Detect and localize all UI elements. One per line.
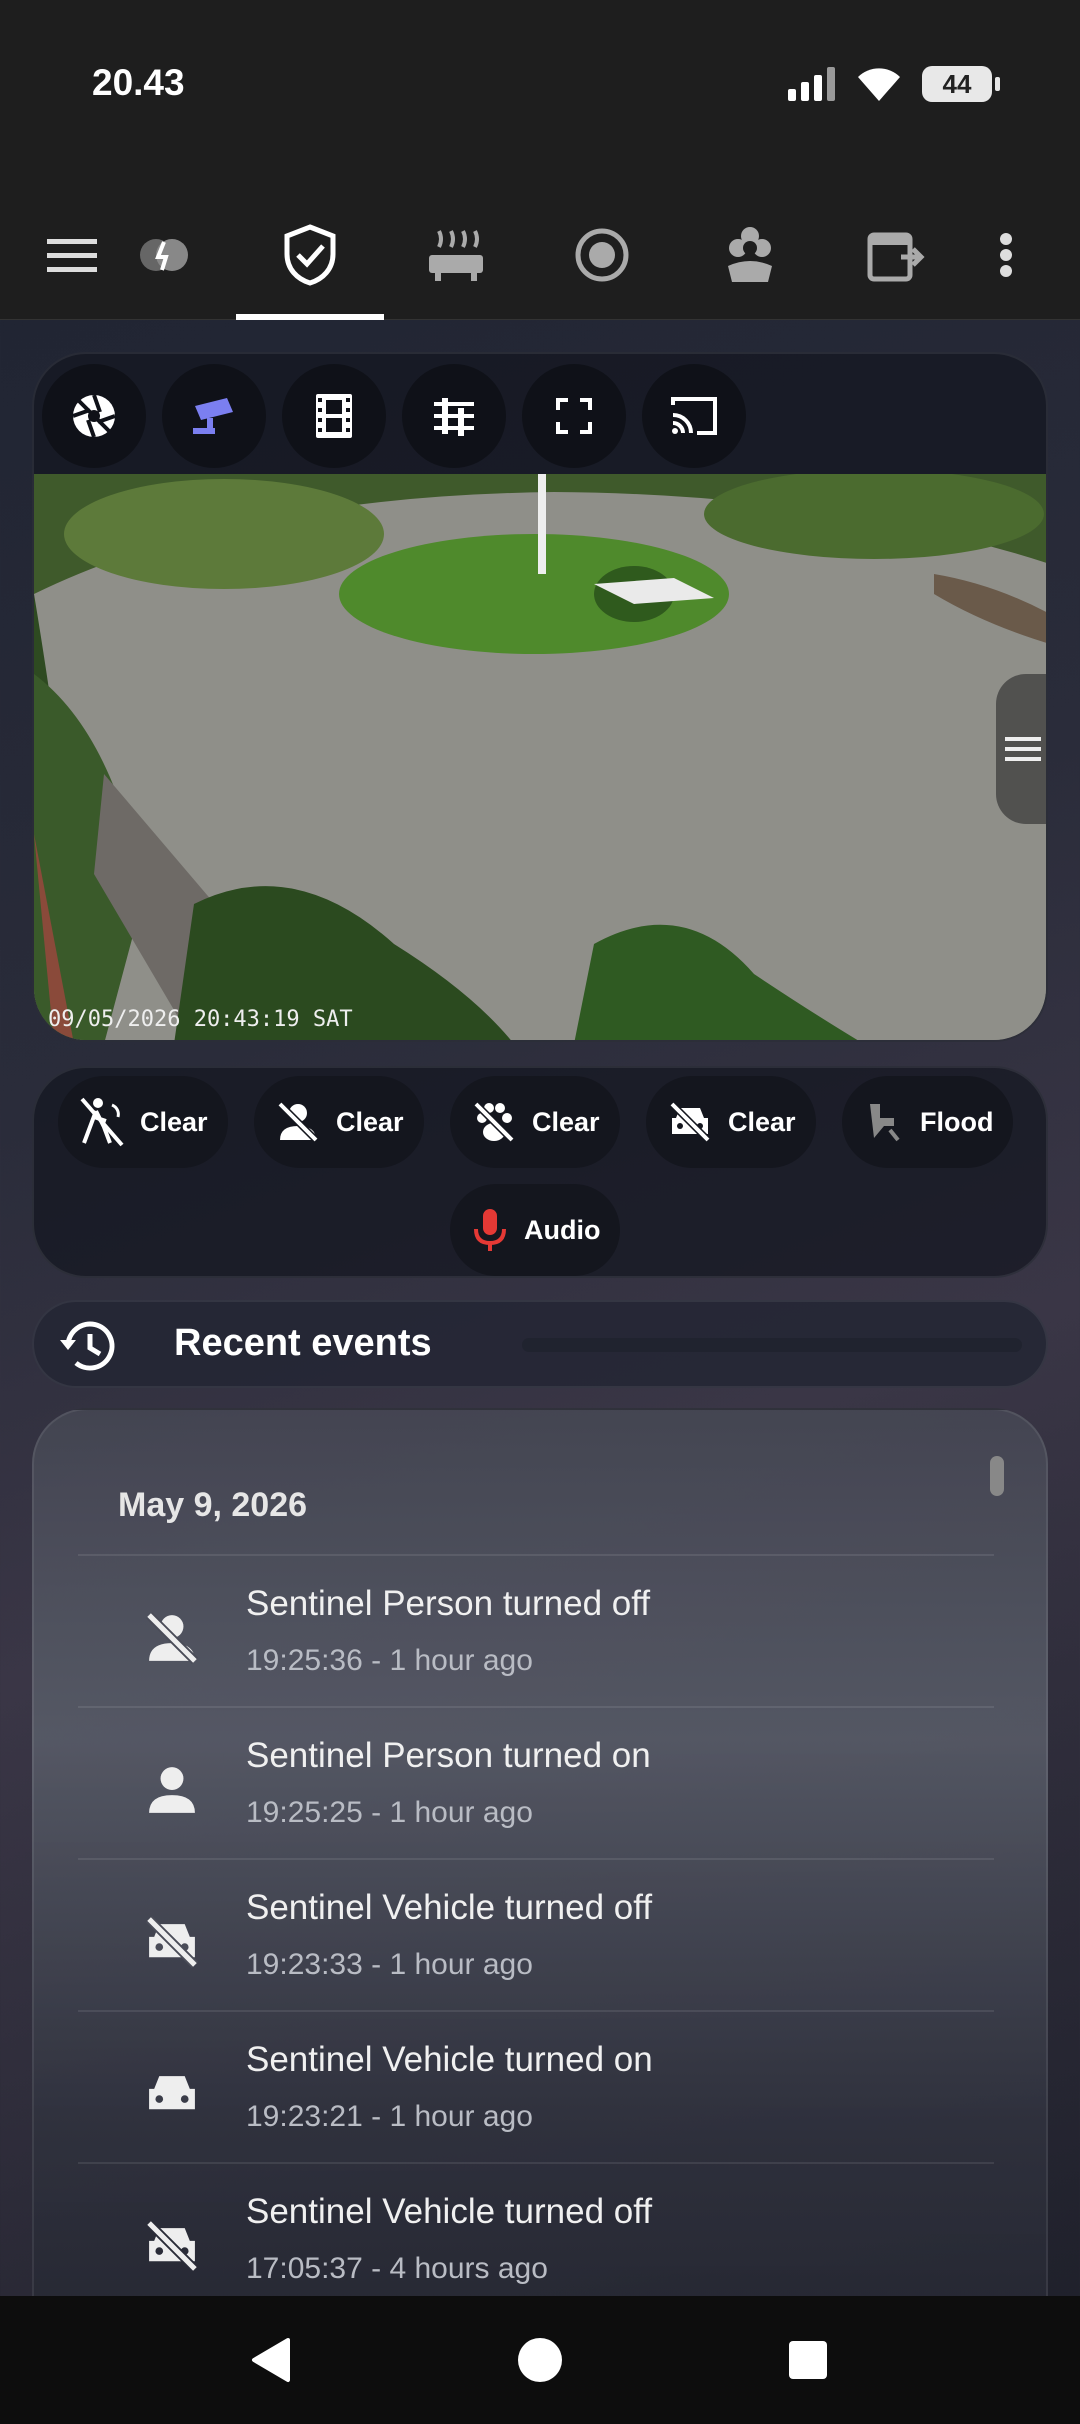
menu-button[interactable] [32, 215, 112, 295]
person-chip[interactable]: Clear [254, 1076, 424, 1168]
car-icon [149, 2076, 195, 2110]
sensor-chips-card: Clear Clear Clear Clear Flood Audio [32, 1066, 1048, 1278]
recent-events-title: Recent events [174, 1322, 432, 1364]
motion-chip[interactable]: Clear [58, 1076, 228, 1168]
vehicle-chip[interactable]: Clear [646, 1076, 816, 1168]
motion-chip-label: Clear [140, 1106, 208, 1137]
events-card: May 9, 2026 Sentinel Person turned off 1… [32, 1408, 1048, 2424]
animal-chip[interactable]: Clear [450, 1076, 620, 1168]
event-time: 19:23:21 - 1 hour ago [246, 2100, 533, 2133]
recordings-button[interactable] [282, 364, 386, 468]
tab-energy[interactable] [124, 215, 204, 295]
recent-events-header[interactable]: Recent events [32, 1300, 1048, 1388]
settings-button[interactable] [402, 364, 506, 468]
overflow-menu-button[interactable] [966, 215, 1046, 295]
recents-button[interactable] [778, 2330, 838, 2390]
event-row[interactable]: Sentinel Person turned on 19:25:25 - 1 h… [78, 1706, 994, 1858]
status-time: 20.43 [92, 62, 185, 103]
account-off-icon [145, 1611, 199, 1665]
event-time: 19:25:36 - 1 hour ago [246, 1644, 533, 1677]
microphone-icon [474, 1209, 506, 1251]
event-title: Sentinel Person turned off [246, 1584, 651, 1623]
event-row[interactable]: Sentinel Vehicle turned off 17:05:37 - 4… [78, 2162, 994, 2314]
event-row[interactable]: Sentinel Vehicle turned off 19:23:33 - 1… [78, 1858, 994, 2010]
status-icons: 44 [788, 66, 1000, 102]
scrollbar-thumb[interactable] [990, 1456, 1004, 1496]
aperture-icon [72, 394, 116, 438]
events-date-header: May 9, 2026 [118, 1486, 308, 1524]
event-time: 17:05:37 - 4 hours ago [246, 2252, 548, 2285]
event-row[interactable]: Sentinel Person turned off 19:25:36 - 1 … [78, 1554, 994, 1706]
energy-icon [140, 239, 188, 271]
car-off-icon [145, 1915, 199, 1969]
account-icon [149, 1767, 195, 1813]
flower-icon [728, 227, 772, 282]
shield-check-icon [284, 224, 336, 286]
tab-security[interactable] [270, 215, 350, 295]
event-title: Sentinel Vehicle turned off [246, 2192, 653, 2231]
event-time: 19:23:33 - 1 hour ago [246, 1948, 533, 1981]
animal-chip-label: Clear [532, 1106, 600, 1137]
event-title: Sentinel Vehicle turned off [246, 1888, 653, 1927]
tab-bar [0, 190, 1080, 320]
history-icon [60, 1321, 115, 1371]
floodlight-icon [870, 1104, 900, 1142]
camera-image [34, 474, 1046, 1040]
radiator-icon [429, 230, 483, 281]
cast-icon [671, 397, 717, 435]
fullscreen-button[interactable] [522, 364, 626, 468]
event-title: Sentinel Person turned on [246, 1736, 651, 1775]
camera-live-view[interactable]: 09/05/2026 20:43:19 SAT [34, 474, 1046, 1040]
event-row[interactable]: Sentinel Vehicle turned on 19:23:21 - 1 … [78, 2010, 994, 2162]
calendar-export-icon [867, 232, 925, 282]
tab-vacuum[interactable] [562, 215, 642, 295]
event-time: 19:25:25 - 1 hour ago [246, 1796, 533, 1829]
recents-icon [789, 2341, 827, 2379]
status-bar: 20.43 44 [0, 0, 1080, 190]
person-chip-label: Clear [336, 1106, 404, 1137]
system-nav-bar [0, 2296, 1080, 2424]
wifi-icon [858, 68, 900, 101]
tune-icon [434, 398, 474, 436]
active-tab-indicator [236, 314, 384, 320]
battery-indicator: 44 [922, 66, 1000, 102]
film-icon [316, 394, 352, 438]
back-button[interactable] [240, 2330, 300, 2390]
cctv-button[interactable] [162, 364, 266, 468]
tab-calendar[interactable] [856, 215, 936, 295]
paw-off-icon [473, 1101, 515, 1143]
home-button[interactable] [510, 2330, 570, 2390]
floodlight-chip-label: Flood [920, 1106, 994, 1137]
robot-vacuum-icon [575, 228, 629, 282]
home-icon [518, 2338, 562, 2382]
camera-timestamp: 09/05/2026 20:43:19 SAT [48, 1007, 353, 1032]
audio-chip-label: Audio [524, 1214, 601, 1245]
tab-heating[interactable] [416, 215, 496, 295]
camera-card: 09/05/2026 20:43:19 SAT [32, 352, 1048, 1042]
motion-sensor-off-icon [80, 1097, 124, 1147]
camera-toolbar [42, 364, 746, 468]
cctv-icon [193, 398, 233, 434]
floodlight-chip[interactable]: Flood [842, 1076, 1014, 1168]
menu-icon [1005, 737, 1041, 761]
tab-garden[interactable] [710, 215, 790, 295]
account-off-icon [277, 1101, 319, 1143]
more-vert-icon [1000, 233, 1012, 277]
back-icon [252, 2338, 290, 2382]
event-title: Sentinel Vehicle turned on [246, 2040, 653, 2079]
menu-icon [47, 239, 97, 272]
recent-events-progress [522, 1338, 1022, 1352]
vehicle-chip-label: Clear [728, 1106, 796, 1137]
camera-side-menu-handle[interactable] [996, 674, 1046, 824]
signal-icon [788, 67, 835, 101]
audio-chip[interactable]: Audio [450, 1184, 621, 1276]
cast-button[interactable] [642, 364, 746, 468]
car-off-icon [145, 2219, 199, 2273]
snapshot-button[interactable] [42, 364, 146, 468]
fullscreen-icon [556, 398, 592, 434]
car-off-icon [669, 1101, 711, 1143]
